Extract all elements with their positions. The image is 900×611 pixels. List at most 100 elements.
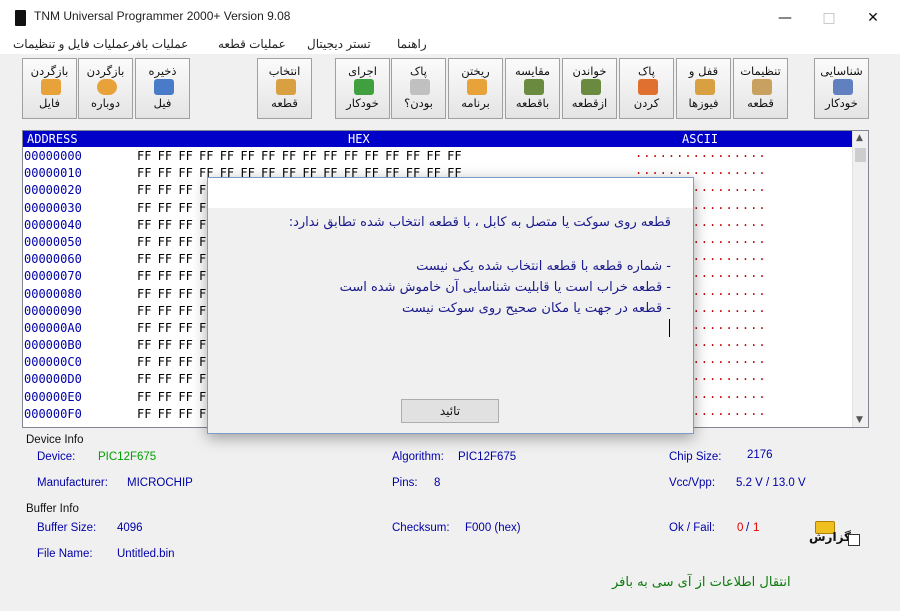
dialog-message-line: - قطعه خراب است یا قابلیت شناسایی آن خام… [339, 280, 671, 295]
file-name-label: File Name: [37, 548, 93, 560]
scroll-thumb[interactable] [855, 148, 866, 162]
row-address: 000000D0 [24, 372, 82, 387]
device-label: Device: [37, 451, 76, 463]
toolbar-label: دوباره [91, 96, 120, 110]
read-button[interactable]: خواندن ازقطعه [562, 58, 617, 119]
buffer-size-value: 4096 [117, 522, 143, 534]
toolbar-label: بودن؟ [404, 96, 433, 110]
menu-buffer[interactable]: عملیات بافر [129, 37, 188, 51]
toolbar-label: مقایسه [514, 64, 551, 78]
minimize-button[interactable]: — [762, 0, 808, 36]
lock-icon [695, 79, 715, 95]
buffer-size-label: Buffer Size: [37, 522, 97, 534]
row-bytes: FF FF FF FF FF FF FF FF FF FF FF FF FF F… [137, 149, 462, 163]
algorithm-value: PIC12F675 [458, 451, 517, 463]
hex-column-header: HEX [348, 132, 370, 146]
file-name-value: Untitled.bin [117, 548, 175, 560]
dialog-title-bar [208, 178, 693, 208]
toolbar-label: قفل و [688, 64, 719, 78]
checksum-label: Checksum: [392, 522, 450, 534]
toolbar-label: باقطعه [515, 96, 550, 110]
pins-value: 8 [434, 477, 441, 489]
scroll-up-icon[interactable]: ▲ [856, 133, 863, 143]
buffer-info-heading: Buffer Info [26, 503, 79, 515]
menu-file-settings[interactable]: عملیات فایل و تنظیمات [13, 37, 130, 51]
toolbar-label: خودکار [825, 96, 858, 110]
reload-file-button[interactable]: بازگردن فایل [22, 58, 77, 119]
verify-button[interactable]: مقایسه باقطعه [505, 58, 560, 119]
device-settings-button[interactable]: تنظیمات قطعه [733, 58, 788, 119]
menu-digital-tester[interactable]: تستر دیجیتال [307, 37, 371, 51]
menu-help[interactable]: راهنما [397, 37, 427, 51]
dialog-message-line: - شماره قطعه با قطعه انتخاب شده یکی نیست [416, 259, 671, 274]
row-address: 00000060 [24, 252, 82, 267]
error-dialog: قطعه روی سوکت یا متصل به کابل ، با قطعه … [207, 177, 694, 434]
toolbar-label: انتخاب [268, 64, 301, 78]
erase-button[interactable]: پاک کردن [619, 58, 674, 119]
ascii-header: ASCII [682, 132, 719, 146]
chip-size-value: 2176 [747, 449, 773, 461]
toolbar-label: فایل [39, 96, 60, 110]
maximize-button[interactable]: □ [806, 0, 852, 36]
okfail-label: Ok / Fail: [669, 522, 716, 534]
close-button[interactable]: ✕ [850, 0, 896, 36]
device-value: PIC12F675 [98, 451, 157, 463]
eraser-icon [638, 79, 658, 95]
app-icon [15, 10, 26, 26]
arrow-right-icon [354, 79, 374, 95]
save-file-button[interactable]: ذخیره فیل [135, 58, 190, 119]
hex-scrollbar[interactable]: ▲ ▼ [852, 131, 868, 427]
toolbar-label: خودکار [346, 96, 379, 110]
toolbar-label: اجرای [348, 64, 377, 78]
program-button[interactable]: ریختن برنامه [448, 58, 503, 119]
row-address: 00000090 [24, 303, 82, 318]
algorithm-label: Algorithm: [392, 451, 444, 463]
checksum-value: F000 (hex) [465, 522, 521, 534]
text-caret [669, 319, 670, 337]
toolbar-label: بازگردن [30, 64, 69, 78]
blank-check-icon [410, 79, 430, 95]
chip-select-icon [276, 79, 296, 95]
select-device-button[interactable]: انتخاب قطعه [257, 58, 312, 119]
dialog-message-line: - قطعه در جهت یا مکان صحیح روی سوکت نیست [401, 301, 671, 316]
reload-icon [41, 79, 61, 95]
dialog-body: قطعه روی سوکت یا متصل به کابل ، با قطعه … [208, 208, 693, 433]
vcc-value: 5.2 V / 13.0 V [736, 477, 806, 489]
ok-count: 0 [737, 522, 744, 534]
report-toggle[interactable]: گزارش [808, 521, 860, 555]
address-header: ADDRESS [27, 132, 78, 146]
ok-button[interactable]: تائید [401, 399, 499, 423]
app-window: TNM Universal Programmer 2000+ Version 9… [0, 0, 900, 611]
toolbar-label: ازقطعه [571, 96, 608, 110]
row-address: 00000040 [24, 217, 82, 232]
report-checkbox[interactable] [848, 534, 860, 546]
hex-header: ADDRESS HEX ASCII [23, 131, 856, 147]
download-arrow-icon [467, 79, 487, 95]
dialog-message-line: قطعه روی سوکت یا متصل به کابل ، با قطعه … [288, 215, 671, 230]
reload-again-button[interactable]: بازگردن دوباره [78, 58, 133, 119]
floppy-icon [154, 79, 174, 95]
row-address: 00000030 [24, 200, 82, 215]
report-label: گزارش [809, 530, 852, 544]
toolbar-label: ریختن [461, 64, 490, 78]
settings-icon [752, 79, 772, 95]
read-chip-icon [581, 79, 601, 95]
status-message: انتقال اطلاعات از آی سی به بافر [612, 575, 791, 590]
row-address: 00000080 [24, 286, 82, 301]
toolbar-label: تنظیمات [740, 64, 781, 78]
blank-check-button[interactable]: پاک بودن؟ [391, 58, 446, 119]
lock-fuses-button[interactable]: قفل و فیوزها [676, 58, 731, 119]
toolbar-label: فیوزها [688, 96, 719, 110]
fail-count: 1 [753, 522, 760, 534]
window-title: TNM Universal Programmer 2000+ Version 9… [34, 9, 291, 23]
okfail-separator: / [746, 522, 750, 534]
scroll-down-icon[interactable]: ▼ [856, 415, 863, 425]
row-address: 00000070 [24, 269, 82, 284]
detect-icon [833, 79, 853, 95]
menu-device[interactable]: عملیات قطعه [218, 37, 286, 51]
vcc-label: Vcc/Vpp: [669, 477, 716, 489]
auto-detect-button[interactable]: شناسایی خودکار [814, 58, 869, 119]
manufacturer-value: MICROCHIP [127, 477, 193, 489]
row-ascii: ................ [635, 163, 767, 178]
auto-run-button[interactable]: اجرای خودکار [335, 58, 390, 119]
